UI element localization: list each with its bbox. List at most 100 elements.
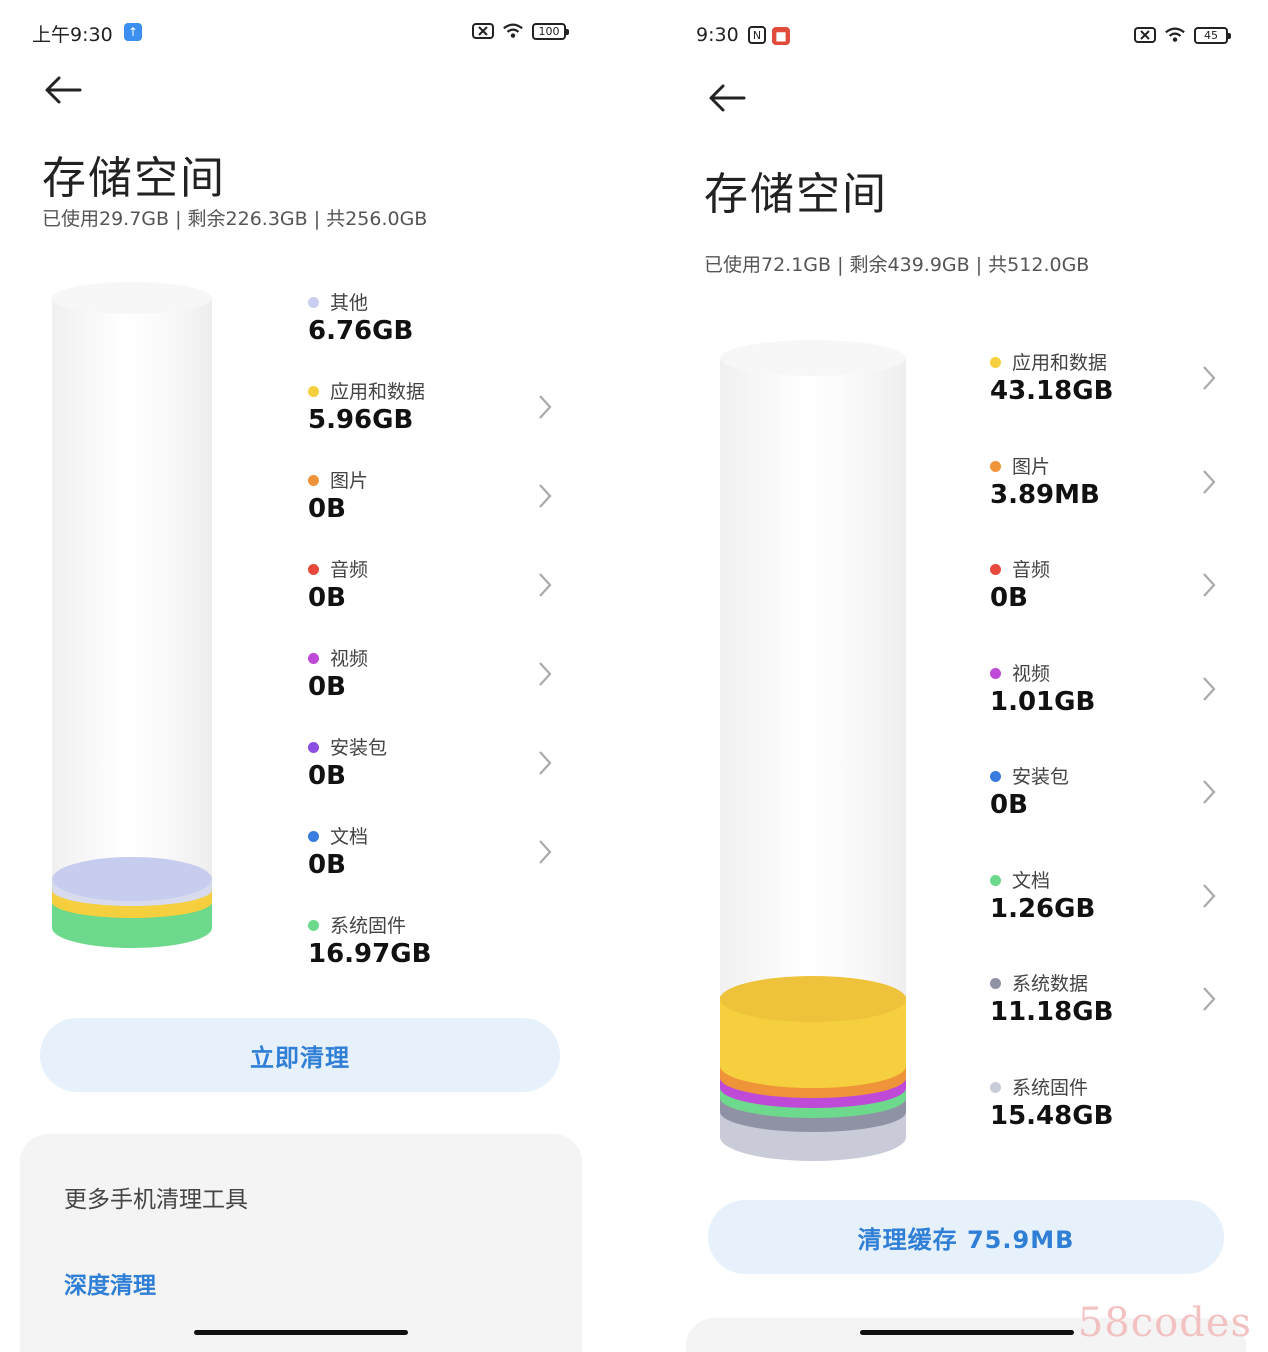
- status-icons: 45: [1134, 26, 1231, 44]
- legend-dot: [308, 386, 319, 397]
- clear-cache-button[interactable]: 清理缓存 75.9MB: [708, 1200, 1224, 1274]
- status-time: 9:30: [696, 24, 739, 46]
- item-label: 音频: [1012, 559, 1051, 581]
- status-icons: 100: [472, 22, 569, 40]
- item-label: 应用和数据: [330, 381, 426, 403]
- item-value: 15.48GB: [990, 1101, 1114, 1131]
- sim-off-icon: [1134, 26, 1156, 44]
- legend-dot: [990, 1082, 1001, 1093]
- item-value: 0B: [308, 494, 346, 524]
- deep-clean-link[interactable]: 深度清理: [64, 1266, 156, 1300]
- item-value: 1.01GB: [990, 687, 1096, 717]
- item-label: 音频: [330, 559, 369, 581]
- item-label: 应用和数据: [1012, 352, 1108, 374]
- legend-dot: [990, 978, 1001, 989]
- item-value: 0B: [308, 672, 346, 702]
- item-label: 系统固件: [330, 915, 407, 937]
- legend-dot: [308, 831, 319, 842]
- item-label: 图片: [1012, 456, 1051, 478]
- item-label: 文档: [330, 826, 369, 848]
- back-arrow-icon: [45, 76, 82, 104]
- back-button[interactable]: [42, 72, 86, 108]
- item-label: 安装包: [330, 737, 388, 759]
- storage-cylinder-chart: [52, 282, 212, 974]
- notification-icon: ↑: [124, 23, 142, 41]
- card-title: 更多手机清理工具: [64, 1187, 248, 1213]
- category-list: 其他 6.76GB 应用和数据 5.96GB 图片 0B 音频 0B 视频 0B: [308, 288, 558, 1008]
- item-value: 43.18GB: [990, 376, 1114, 406]
- left-phone-screen: 上午9:30 ↑ 100 存储空间 已使用29.7GB | 剩余226.3GB …: [0, 0, 620, 1352]
- item-value: 1.26GB: [990, 894, 1096, 924]
- storage-cylinder-chart: [720, 340, 906, 1165]
- wifi-icon: [1164, 26, 1186, 44]
- chevron-right-icon: [539, 395, 552, 419]
- chevron-right-icon: [539, 662, 552, 686]
- item-value: 0B: [308, 583, 346, 613]
- segment-top-face: [52, 857, 212, 901]
- storage-summary: 已使用72.1GB | 剩余439.9GB | 共512.0GB: [704, 254, 1090, 276]
- chevron-right-icon: [1203, 884, 1216, 908]
- chevron-right-icon: [539, 840, 552, 864]
- clean-now-button[interactable]: 立即清理: [40, 1018, 560, 1092]
- screen-divider: [620, 0, 650, 1352]
- chevron-right-icon: [539, 751, 552, 775]
- chevron-right-icon: [1203, 366, 1216, 390]
- item-value: 0B: [990, 790, 1028, 820]
- item-label: 视频: [1012, 663, 1051, 685]
- item-label: 图片: [330, 470, 369, 492]
- item-value: 11.18GB: [990, 997, 1114, 1027]
- sim-off-icon: [472, 22, 494, 40]
- home-indicator[interactable]: [860, 1330, 1074, 1335]
- item-label: 其他: [330, 292, 369, 314]
- cleanup-tools-card: 更多手机清理工具 深度清理: [20, 1134, 582, 1352]
- page-title: 存储空间: [704, 169, 888, 220]
- legend-dot: [308, 653, 319, 664]
- item-label: 视频: [330, 648, 369, 670]
- right-phone-screen: 9:30 N ■ 45 存储空间 已使用72.1GB | 剩余439.9GB |…: [650, 0, 1268, 1352]
- category-list: 应用和数据 43.18GB 图片 3.89MB 音频 0B 视频 1.01GB …: [990, 348, 1230, 1148]
- status-bar: 9:30 N ■ 45: [650, 24, 1268, 54]
- segment-top-face: [720, 976, 906, 1022]
- back-button[interactable]: [706, 80, 750, 116]
- legend-dot: [990, 668, 1001, 679]
- legend-dot: [990, 357, 1001, 368]
- chevron-right-icon: [1203, 470, 1216, 494]
- battery-icon: 100: [532, 22, 569, 40]
- item-value: 5.96GB: [308, 405, 414, 435]
- wifi-icon: [502, 22, 524, 40]
- page-title: 存储空间: [42, 153, 226, 204]
- item-value: 0B: [308, 850, 346, 880]
- legend-dot: [308, 742, 319, 753]
- chevron-right-icon: [1203, 780, 1216, 804]
- item-label: 系统固件: [1012, 1077, 1089, 1099]
- status-time: 上午9:30: [32, 24, 113, 46]
- chevron-right-icon: [1203, 573, 1216, 597]
- legend-dot: [308, 564, 319, 575]
- item-value: 6.76GB: [308, 316, 414, 346]
- home-indicator[interactable]: [194, 1330, 408, 1335]
- legend-dot: [308, 920, 319, 931]
- item-label: 文档: [1012, 870, 1051, 892]
- legend-dot: [990, 564, 1001, 575]
- item-value: 0B: [990, 583, 1028, 613]
- legend-dot: [990, 771, 1001, 782]
- legend-dot: [308, 475, 319, 486]
- battery-icon: 45: [1194, 26, 1231, 44]
- item-value: 0B: [308, 761, 346, 791]
- chevron-right-icon: [539, 573, 552, 597]
- legend-dot: [308, 297, 319, 308]
- item-value: 3.89MB: [990, 480, 1100, 510]
- watermark: 58codes: [1077, 1300, 1252, 1346]
- item-value: 16.97GB: [308, 939, 432, 969]
- back-arrow-icon: [709, 84, 746, 112]
- status-bar: 上午9:30 ↑ 100: [0, 20, 620, 50]
- chevron-right-icon: [1203, 987, 1216, 1011]
- item-label: 安装包: [1012, 766, 1070, 788]
- chevron-right-icon: [539, 484, 552, 508]
- app-notification-icon: ■: [772, 27, 790, 45]
- legend-dot: [990, 875, 1001, 886]
- storage-summary: 已使用29.7GB | 剩余226.3GB | 共256.0GB: [42, 208, 428, 230]
- item-label: 系统数据: [1012, 973, 1089, 995]
- nfc-icon: N: [748, 26, 766, 44]
- legend-dot: [990, 461, 1001, 472]
